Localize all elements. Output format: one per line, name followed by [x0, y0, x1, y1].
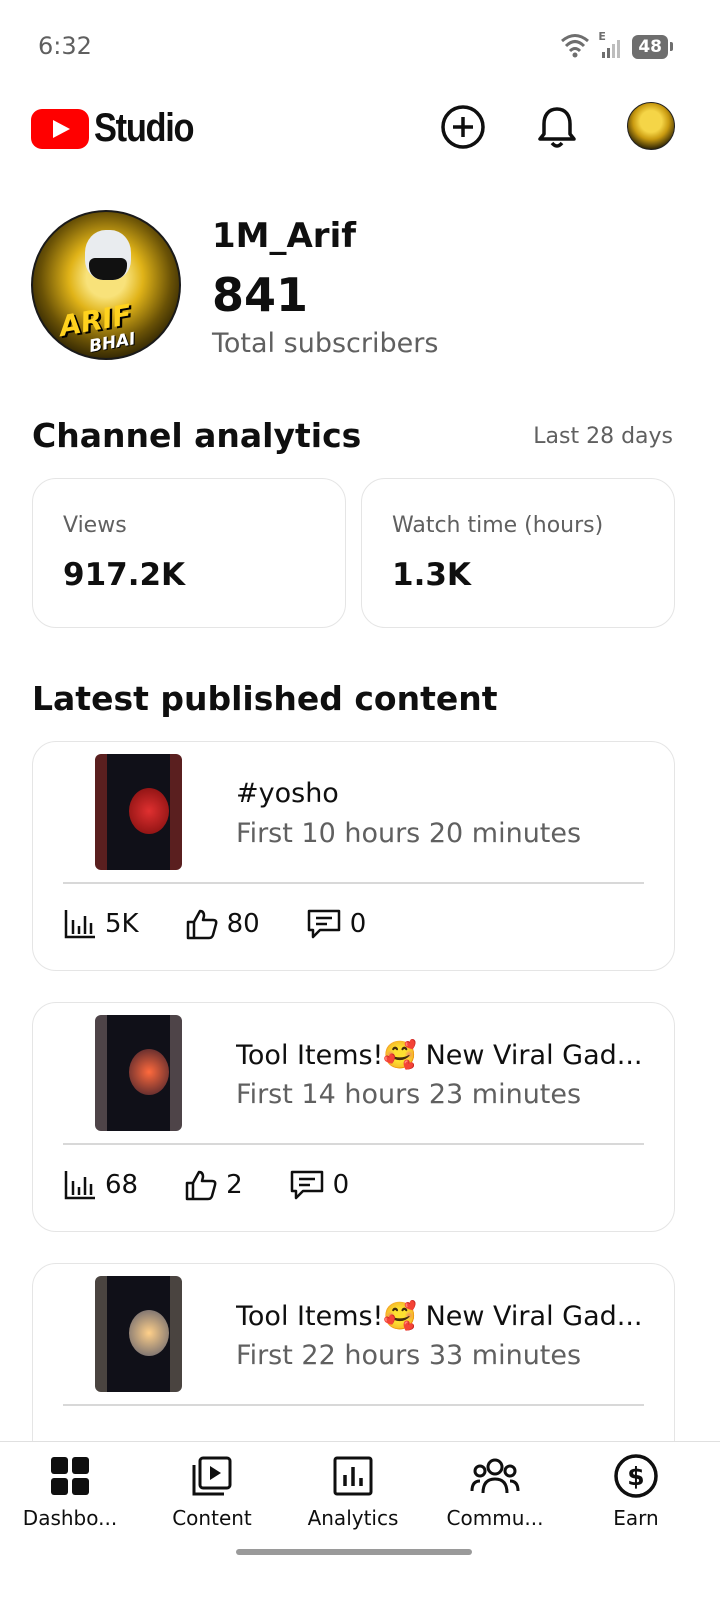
bar-chart-icon [64, 1171, 95, 1200]
app-header: Studio [0, 92, 720, 164]
video-thumbnail [95, 1276, 182, 1392]
content-stats: 5K 80 0 [63, 908, 366, 940]
stat-label: Watch time (hours) [392, 513, 604, 538]
nav-label: Content [172, 1506, 252, 1530]
comments-stat: 0 [289, 1169, 350, 1201]
content-subtitle: First 10 hours 20 minutes [236, 818, 582, 849]
nav-community[interactable]: Commu... [425, 1452, 565, 1530]
battery-indicator: 48 [632, 35, 673, 59]
youtube-play-icon [31, 108, 89, 149]
nav-dashboard[interactable]: Dashbo... [0, 1452, 140, 1530]
thumbs-up-icon [186, 909, 218, 940]
divider [63, 1143, 644, 1145]
bottom-navigation: Dashbo... Content Analytics Commu... $ E… [0, 1441, 720, 1600]
video-thumbnail [95, 754, 182, 870]
content-subtitle: First 14 hours 23 minutes [236, 1079, 582, 1110]
community-people-icon [470, 1458, 520, 1494]
comment-icon [307, 909, 340, 939]
content-title: Tool Items!🥰 New Viral Gad... [236, 1040, 643, 1071]
analytics-chart-icon [333, 1456, 373, 1496]
comments-stat: 0 [306, 908, 367, 940]
nav-label: Dashbo... [22, 1506, 118, 1530]
divider [63, 882, 644, 884]
nav-earn[interactable]: $ Earn [566, 1452, 706, 1530]
nav-content[interactable]: Content [142, 1452, 282, 1530]
create-button[interactable] [438, 102, 488, 152]
analytics-range: Last 28 days [533, 424, 673, 449]
subscriber-label: Total subscribers [212, 328, 439, 359]
bar-chart-icon [64, 910, 95, 939]
views-value: 68 [105, 1170, 139, 1200]
stat-value: 1.3K [392, 557, 471, 593]
bell-icon [538, 107, 576, 148]
comments-value: 0 [349, 909, 367, 939]
content-subtitle: First 22 hours 33 minutes [236, 1340, 582, 1371]
content-title: Tool Items!🥰 New Viral Gad... [236, 1301, 643, 1332]
nav-label: Earn [613, 1506, 659, 1530]
status-icons: E 48 [560, 30, 673, 62]
nav-label: Analytics [307, 1506, 399, 1530]
views-card[interactable]: Views 917.2K [32, 478, 346, 628]
nav-label: Commu... [446, 1506, 544, 1530]
account-avatar[interactable] [627, 102, 675, 150]
content-item[interactable]: Tool Items!🥰 New Viral Gad... First 14 h… [32, 1002, 675, 1232]
watch-time-card[interactable]: Watch time (hours) 1.3K [361, 478, 675, 628]
latest-content-title: Latest published content [32, 679, 498, 718]
wifi-icon [560, 32, 590, 62]
views-stat: 68 [63, 1169, 138, 1201]
analytics-title: Channel analytics [32, 416, 362, 455]
status-time: 6:32 [38, 32, 92, 60]
nav-analytics[interactable]: Analytics [283, 1452, 423, 1530]
stat-label: Views [63, 513, 127, 538]
youtube-studio-logo[interactable]: Studio [31, 106, 209, 151]
divider [63, 1404, 644, 1406]
notifications-button[interactable] [532, 102, 582, 152]
views-value: 5K [105, 909, 139, 939]
likes-value: 80 [226, 909, 260, 939]
comment-icon [290, 1170, 323, 1200]
video-library-icon [192, 1456, 232, 1496]
subscriber-count: 841 [212, 268, 309, 322]
plus-circle-icon [441, 105, 485, 149]
dollar-circle-icon: $ [614, 1454, 658, 1498]
content-title: #yosho [236, 778, 339, 809]
signal-icon: E [598, 30, 624, 60]
comments-value: 0 [332, 1170, 350, 1200]
dashboard-icon [51, 1457, 89, 1495]
content-item[interactable]: #yosho First 10 hours 20 minutes 5K 80 0 [32, 741, 675, 971]
likes-stat: 80 [185, 908, 260, 940]
stat-value: 917.2K [63, 557, 186, 593]
likes-stat: 2 [184, 1169, 243, 1201]
logo-text: Studio [94, 106, 195, 150]
likes-value: 2 [226, 1170, 243, 1200]
channel-name: 1M_Arif [212, 216, 357, 256]
channel-avatar: ARIF BHAI [31, 210, 181, 360]
content-stats: 68 2 0 [63, 1169, 349, 1201]
channel-profile: ARIF BHAI 1M_Arif 841 Total subscribers [31, 210, 691, 362]
thumbs-up-icon [185, 1170, 217, 1201]
views-stat: 5K [63, 908, 139, 940]
status-bar: 6:32 E 48 [0, 0, 720, 92]
home-gesture-bar[interactable] [236, 1549, 472, 1555]
svg-text:$: $ [627, 1462, 644, 1491]
video-thumbnail [95, 1015, 182, 1131]
